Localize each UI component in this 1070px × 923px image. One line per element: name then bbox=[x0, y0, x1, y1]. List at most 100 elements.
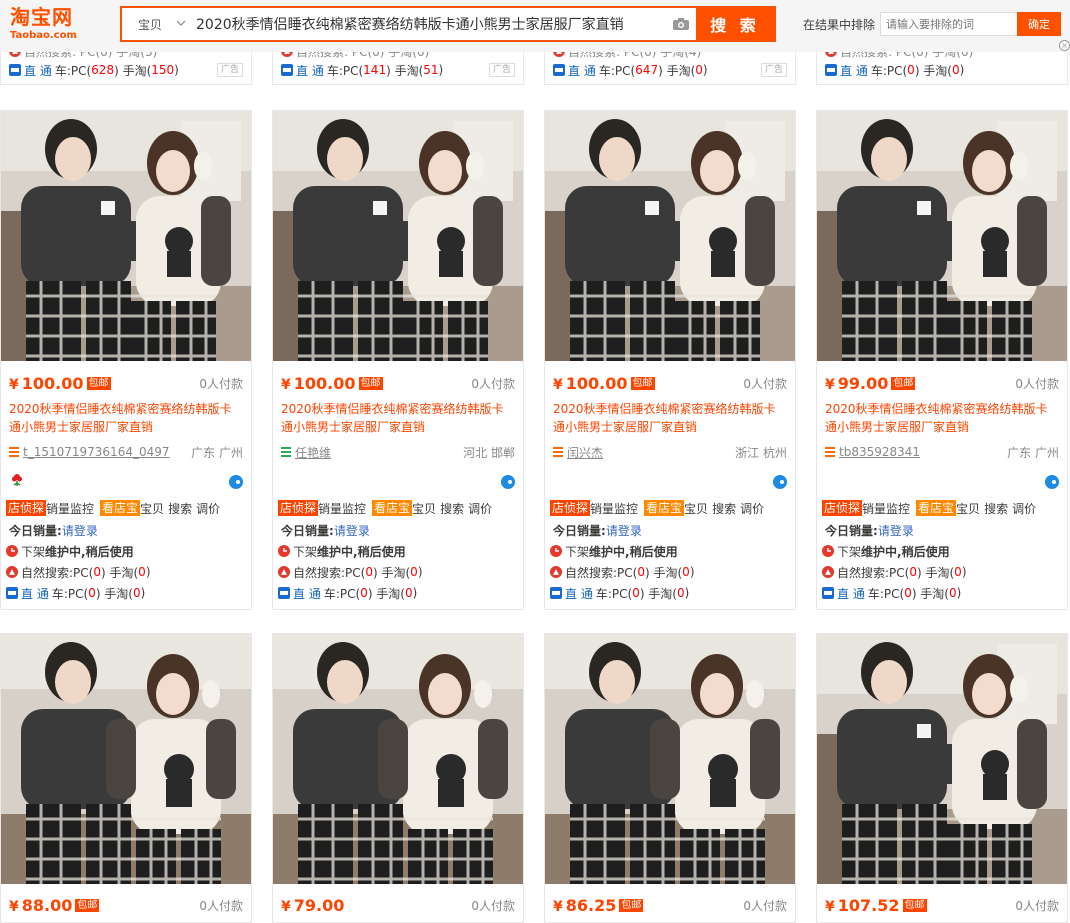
price-row: ¥100.00 包邮 0人付款 bbox=[553, 373, 787, 393]
ad-badge: 广告 bbox=[488, 63, 515, 77]
wangwang-chat-icon[interactable] bbox=[501, 475, 515, 489]
natural-search-icon bbox=[822, 566, 834, 578]
product-image[interactable] bbox=[273, 634, 523, 884]
sales-monitor-link[interactable]: 销量监控 bbox=[46, 500, 94, 517]
product-card[interactable]: ¥88.00 包邮 0人付款 bbox=[0, 633, 252, 923]
baobei-link[interactable]: 宝贝 bbox=[684, 500, 708, 517]
login-link[interactable]: 请登录 bbox=[606, 522, 642, 539]
detective-tag[interactable]: 店侦探 bbox=[6, 500, 47, 516]
product-card[interactable]: ¥100.00 包邮 0人付款 2020秋季情侣睡衣纯棉紧密赛络纺韩版卡通小熊男… bbox=[544, 110, 796, 610]
baobei-link[interactable]: 宝贝 bbox=[956, 500, 980, 517]
paid-count: 0人付款 bbox=[199, 898, 243, 913]
search-link[interactable]: 搜索 bbox=[168, 500, 192, 517]
price-row: ¥79.00 0人付款 bbox=[281, 896, 515, 915]
taobao-logo[interactable]: 淘宝网 Taobao.com bbox=[10, 6, 94, 44]
zhitong-label[interactable]: 直 通 bbox=[840, 62, 868, 79]
detective-tag[interactable]: 店侦探 bbox=[822, 500, 863, 516]
today-sales-row: 今日销量: 请登录 bbox=[825, 521, 1059, 539]
product-image[interactable] bbox=[817, 634, 1067, 884]
exclude-confirm-button[interactable]: 确定 bbox=[1017, 12, 1061, 36]
car-icon bbox=[9, 64, 21, 76]
tune-price-link[interactable]: 调价 bbox=[1012, 500, 1036, 517]
product-title[interactable]: 2020秋季情侣睡衣纯棉紧密赛络纺韩版卡通小熊男士家居服厂家直销 bbox=[825, 400, 1059, 436]
product-image[interactable] bbox=[817, 111, 1067, 361]
kandianbao-tag[interactable]: 看店宝 bbox=[372, 500, 413, 516]
offshelf-label: 下架 bbox=[565, 544, 590, 559]
today-sales-label: 今日销量: bbox=[553, 523, 606, 538]
sales-monitor-link[interactable]: 销量监控 bbox=[318, 500, 366, 517]
price-value: 107.52 bbox=[837, 895, 900, 915]
product-card[interactable]: ¥86.25 包邮 0人付款 bbox=[544, 633, 796, 923]
product-card[interactable]: ¥100.00 包邮 0人付款 2020秋季情侣睡衣纯棉紧密赛络纺韩版卡通小熊男… bbox=[0, 110, 252, 610]
product-image[interactable] bbox=[545, 634, 795, 884]
zhitong-label[interactable]: 直 通 bbox=[568, 62, 596, 79]
sales-monitor-link[interactable]: 销量监控 bbox=[590, 500, 638, 517]
wangwang-chat-icon[interactable] bbox=[1045, 475, 1059, 489]
login-link[interactable]: 请登录 bbox=[334, 522, 370, 539]
baobei-link[interactable]: 宝贝 bbox=[140, 500, 164, 517]
zhitong-label[interactable]: 直 通 bbox=[837, 585, 865, 602]
search-input[interactable] bbox=[194, 8, 666, 40]
natural-search-pc: 0 bbox=[637, 565, 645, 579]
search-link[interactable]: 搜索 bbox=[712, 500, 736, 517]
zhitong-row: 直 通 车:PC(647) 手淘(0) 广告 bbox=[553, 61, 787, 79]
product-title[interactable]: 2020秋季情侣睡衣纯棉紧密赛络纺韩版卡通小熊男士家居服厂家直销 bbox=[553, 400, 787, 436]
offshelf-value: 维护中,稍后使用 bbox=[861, 544, 950, 559]
shop-name[interactable]: 闰兴杰 bbox=[567, 444, 603, 461]
wangwang-chat-icon[interactable] bbox=[773, 475, 787, 489]
shop-name[interactable]: 任艳维 bbox=[295, 444, 331, 461]
search-button[interactable]: 搜 索 bbox=[696, 8, 774, 40]
product-card[interactable]: ¥79.00 0人付款 bbox=[272, 633, 524, 923]
offshelf-row: 下架 维护中,稍后使用 bbox=[277, 542, 515, 560]
product-card[interactable]: ¥107.52 包邮 0人付款 bbox=[816, 633, 1068, 923]
camera-icon[interactable] bbox=[666, 8, 696, 40]
price: ¥100.00 bbox=[9, 373, 84, 393]
zhitong-label[interactable]: 直 通 bbox=[565, 585, 593, 602]
product-title[interactable]: 2020秋季情侣睡衣纯棉紧密赛络纺韩版卡通小熊男士家居服厂家直销 bbox=[281, 400, 515, 436]
price: ¥88.00 bbox=[9, 895, 73, 915]
zhitong-label[interactable]: 直 通 bbox=[293, 585, 321, 602]
wangwang-chat-icon[interactable] bbox=[229, 475, 243, 489]
natural-search-icon bbox=[278, 566, 290, 578]
price: ¥86.25 bbox=[553, 895, 617, 915]
search-link[interactable]: 搜索 bbox=[440, 500, 464, 517]
login-link[interactable]: 请登录 bbox=[878, 522, 914, 539]
location: 浙江 杭州 bbox=[735, 445, 787, 460]
product-card[interactable]: ¥100.00 包邮 0人付款 2020秋季情侣睡衣纯棉紧密赛络纺韩版卡通小熊男… bbox=[272, 110, 524, 610]
car-icon bbox=[6, 587, 18, 599]
free-shipping-badge: 包邮 bbox=[902, 898, 927, 912]
category-select[interactable]: 宝贝 bbox=[122, 8, 194, 40]
exclude-input[interactable] bbox=[880, 12, 1018, 36]
shop-name[interactable]: tb835928341 bbox=[839, 445, 920, 459]
shop-name[interactable]: t_1510719736164_0497 bbox=[23, 445, 170, 459]
product-title[interactable]: 2020秋季情侣睡衣纯棉紧密赛络纺韩版卡通小熊男士家居服厂家直销 bbox=[9, 400, 243, 436]
kandianbao-tag[interactable]: 看店宝 bbox=[916, 500, 957, 516]
tune-price-link[interactable]: 调价 bbox=[740, 500, 764, 517]
kandianbao-tag[interactable]: 看店宝 bbox=[644, 500, 685, 516]
zhitong-mid: ) 手淘( bbox=[367, 586, 405, 601]
product-card[interactable]: ¥99.00 包邮 0人付款 2020秋季情侣睡衣纯棉紧密赛络纺韩版卡通小熊男士… bbox=[816, 110, 1068, 610]
product-image[interactable] bbox=[273, 111, 523, 361]
detective-tag[interactable]: 店侦探 bbox=[550, 500, 591, 516]
kandianbao-tag[interactable]: 看店宝 bbox=[100, 500, 141, 516]
offshelf-value: 维护中,稍后使用 bbox=[589, 544, 678, 559]
zhitong-label[interactable]: 直 通 bbox=[21, 585, 49, 602]
tools-row: 店侦探 销量监控 看店宝 宝贝 搜索 调价 bbox=[822, 499, 1059, 517]
login-link[interactable]: 请登录 bbox=[62, 522, 98, 539]
tune-price-link[interactable]: 调价 bbox=[196, 500, 220, 517]
product-image[interactable] bbox=[1, 634, 251, 884]
zhitong-label[interactable]: 直 通 bbox=[296, 62, 324, 79]
tune-price-link[interactable]: 调价 bbox=[468, 500, 492, 517]
price-value: 99.00 bbox=[837, 373, 889, 393]
sales-monitor-link[interactable]: 销量监控 bbox=[862, 500, 910, 517]
search-link[interactable]: 搜索 bbox=[984, 500, 1008, 517]
price-value: 100.00 bbox=[565, 373, 628, 393]
exclude-label: 在结果中排除 bbox=[803, 18, 876, 32]
location: 广东 广州 bbox=[1007, 445, 1059, 460]
close-icon[interactable]: × bbox=[1059, 40, 1070, 51]
baobei-link[interactable]: 宝贝 bbox=[412, 500, 436, 517]
detective-tag[interactable]: 店侦探 bbox=[278, 500, 319, 516]
zhitong-label[interactable]: 直 通 bbox=[24, 62, 52, 79]
product-image[interactable] bbox=[1, 111, 251, 361]
product-image[interactable] bbox=[545, 111, 795, 361]
